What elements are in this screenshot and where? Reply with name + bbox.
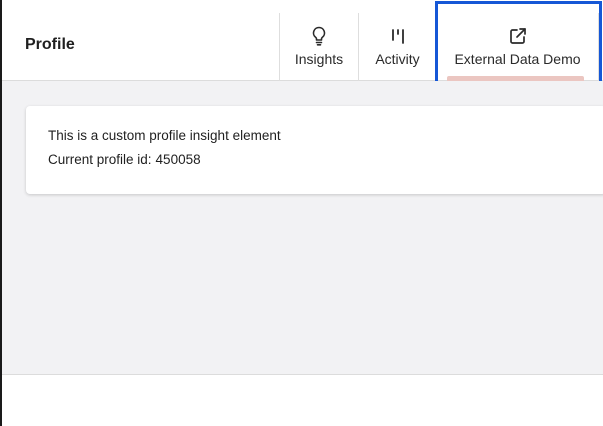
tab-insights-label: Insights — [294, 51, 344, 67]
tab-external-data-demo[interactable]: External Data Demo — [436, 13, 599, 81]
profile-id-line: Current profile id: 450058 — [48, 152, 201, 167]
profile-header: Profile Insights Activity External Data … — [2, 0, 603, 87]
external-link-icon — [437, 25, 598, 47]
app-frame: Profile Insights Activity External Data … — [0, 0, 603, 426]
profile-id-value: 450058 — [155, 152, 201, 167]
tab-insights[interactable]: Insights — [279, 13, 359, 81]
insight-card: This is a custom profile insight element… — [26, 106, 603, 194]
footer-area — [2, 375, 603, 426]
page-title: Profile — [25, 36, 75, 53]
insight-description: This is a custom profile insight element — [48, 128, 281, 143]
main-content: This is a custom profile insight element… — [2, 81, 603, 375]
tab-activity[interactable]: Activity — [359, 13, 436, 81]
tab-activity-label: Activity — [375, 51, 420, 67]
activity-icon — [359, 25, 436, 47]
lightbulb-icon — [280, 25, 358, 47]
tab-external-data-demo-label: External Data Demo — [454, 51, 581, 67]
profile-id-label: Current profile id: — [48, 152, 152, 167]
